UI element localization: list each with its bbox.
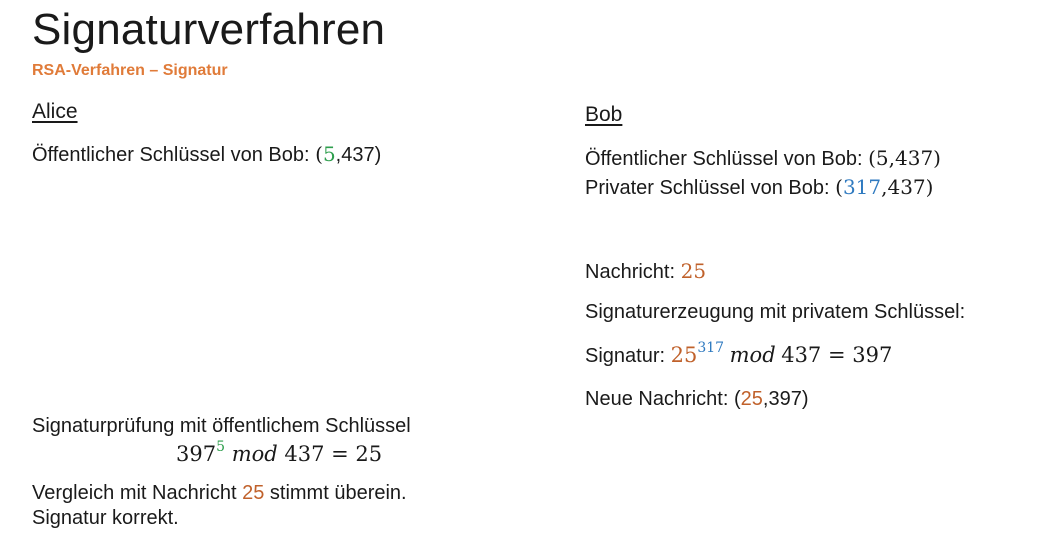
bob-message-label: Nachricht: — [585, 261, 681, 283]
bob-public-key-value: (5,437) — [868, 146, 941, 170]
bob-private-key-rest: ,437) — [881, 175, 934, 199]
alice-public-key-e: 5 — [322, 142, 336, 166]
bob-heading: Bob — [585, 103, 623, 126]
alice-verify-rest: 437 = 25 — [284, 442, 383, 466]
alice-public-key-label: Öffentlicher Schlüssel von Bob: — [32, 144, 316, 166]
bob-signature-mod: mod — [729, 343, 776, 367]
alice-compare-value: 25 — [242, 482, 265, 504]
bob-public-key-line: Öffentlicher Schlüssel von Bob: (5,437) — [585, 144, 941, 173]
alice-compare-line: Vergleich mit Nachricht 25 stimmt überei… — [32, 481, 407, 505]
alice-verify-formula: 3975 mod 437 = 25 — [176, 439, 383, 466]
bob-signature-exponent: 317 — [697, 340, 725, 356]
alice-public-key-rest: ,437) — [335, 144, 382, 166]
alice-heading: Alice — [32, 100, 78, 123]
bob-private-key-open: ( — [835, 175, 843, 199]
bob-message-value: 25 — [680, 259, 707, 283]
bob-new-message-label: Neue Nachricht: — [585, 388, 734, 410]
bob-message-line: Nachricht: 25 — [585, 257, 706, 286]
alice-verify-base: 397 — [176, 442, 217, 466]
bob-signature-rest: 437 = 397 — [781, 343, 893, 367]
alice-result: Signatur korrekt. — [32, 507, 179, 529]
bob-public-key-label: Öffentlicher Schlüssel von Bob: — [585, 148, 869, 170]
bob-new-message-line: Neue Nachricht: (25,397) — [585, 385, 808, 413]
page-title: Signaturverfahren — [32, 5, 386, 54]
bob-new-message-rest: ,397) — [762, 388, 809, 410]
alice-verify-label: Signaturprüfung mit öffentlichem Schlüss… — [32, 415, 411, 437]
alice-verify-exponent: 5 — [216, 439, 226, 455]
bob-signature-line: Signatur: 25317 mod 437 = 397 — [585, 341, 892, 370]
bob-signature-generation-label: Signaturerzeugung mit privatem Schlüssel… — [585, 301, 966, 323]
page-subtitle: RSA-Verfahren – Signatur — [32, 62, 228, 79]
alice-compare-prefix: Vergleich mit Nachricht — [32, 482, 243, 504]
bob-signature-base: 25 — [670, 343, 698, 367]
alice-compare-suffix: stimmt überein. — [264, 482, 407, 504]
alice-public-key-open: ( — [315, 142, 323, 166]
bob-new-message-m: 25 — [740, 388, 763, 410]
bob-private-key-line: Privater Schlüssel von Bob: (317,437) — [585, 173, 933, 202]
bob-private-key-d: 317 — [842, 175, 882, 199]
alice-public-key-line: Öffentlicher Schlüssel von Bob: (5,437) — [32, 140, 381, 169]
bob-new-message-open: ( — [733, 388, 741, 410]
bob-private-key-label: Privater Schlüssel von Bob: — [585, 177, 836, 199]
alice-verify-mod: mod — [231, 442, 278, 466]
bob-signature-label: Signatur: — [585, 345, 671, 367]
